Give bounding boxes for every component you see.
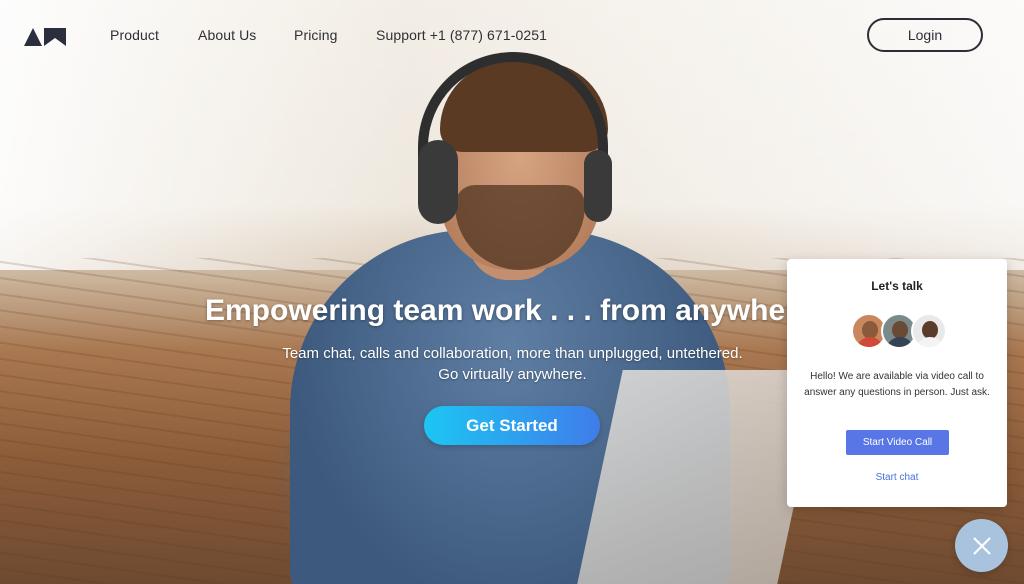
avatar-body xyxy=(886,337,914,347)
get-started-button[interactable]: Get Started xyxy=(424,406,600,445)
nav-link-support[interactable]: Support +1 (877) 671-0251 xyxy=(376,27,547,43)
avatar xyxy=(911,313,947,349)
start-chat-link[interactable]: Start chat xyxy=(787,472,1007,483)
start-video-call-button[interactable]: Start Video Call xyxy=(846,430,949,455)
chat-widget-card: Let's talk Hello! We are available via v… xyxy=(787,259,1007,507)
headphones-cup-right xyxy=(584,150,612,222)
hero-subheading: Team chat, calls and collaboration, more… xyxy=(230,343,795,385)
login-button[interactable]: Login xyxy=(867,18,983,52)
hero-subline-2: Go virtually anywhere. xyxy=(438,366,587,383)
top-navigation: Product About Us Pricing Support +1 (877… xyxy=(0,0,1024,70)
hero-headline: Empowering team work . . . from anywhere xyxy=(205,294,814,327)
close-chat-button[interactable] xyxy=(955,519,1008,572)
am-logo-icon[interactable] xyxy=(24,26,66,46)
close-icon xyxy=(972,536,991,555)
nav-link-pricing[interactable]: Pricing xyxy=(294,27,338,43)
chat-widget-title: Let's talk xyxy=(871,279,923,293)
hero-subline-1: Team chat, calls and collaboration, more… xyxy=(282,345,743,362)
avatar-body xyxy=(916,337,944,347)
avatar-body xyxy=(856,337,884,347)
headphones-cup-left xyxy=(418,140,458,224)
nav-link-about-us[interactable]: About Us xyxy=(198,27,256,43)
chat-widget-message: Hello! We are available via video call t… xyxy=(804,371,990,398)
nav-link-product[interactable]: Product xyxy=(110,27,159,43)
agent-avatars xyxy=(851,313,947,351)
